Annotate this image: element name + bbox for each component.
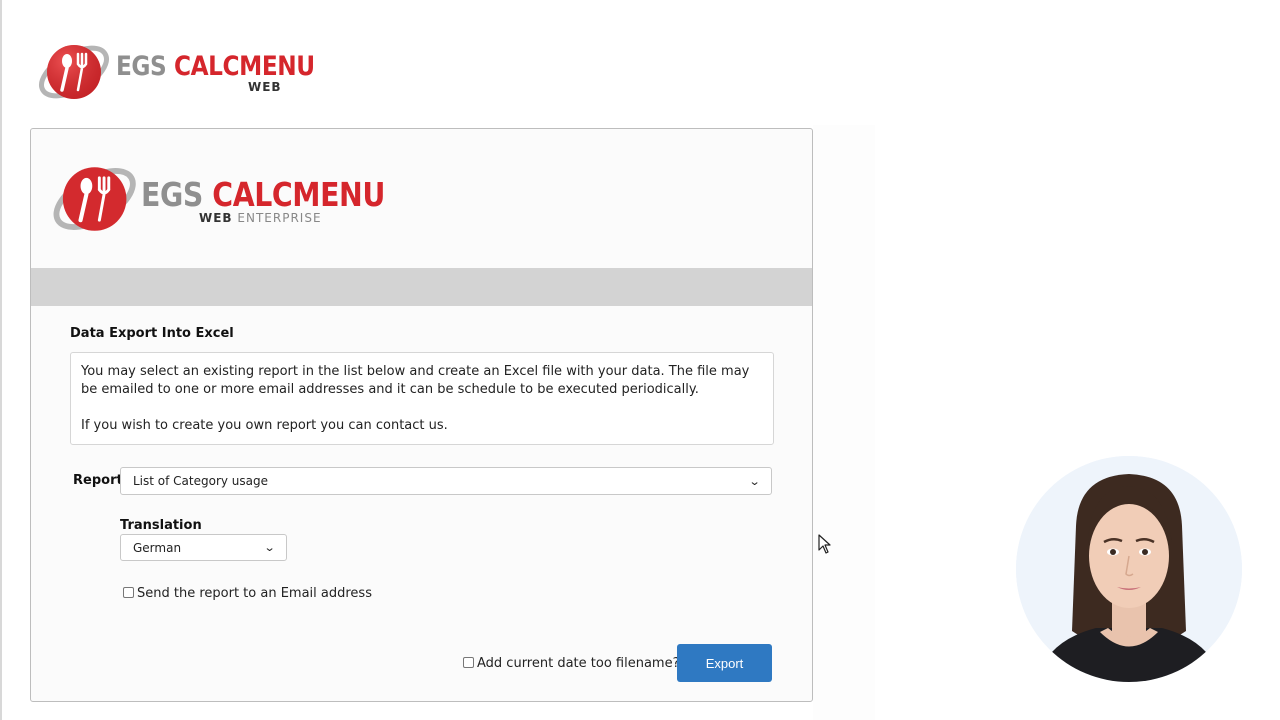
date-checkbox-label[interactable]: Add current date too filename?: [477, 656, 679, 671]
backdrop-strip: [813, 125, 875, 720]
translation-select[interactable]: German ⌄: [120, 534, 287, 561]
email-option: Send the report to an Email address: [123, 586, 372, 601]
email-checkbox[interactable]: [123, 587, 134, 598]
panel-brand-part1: EGS: [141, 175, 203, 214]
panel-brand-part2: CALCMENU: [212, 175, 385, 214]
date-option: Add current date too filename?: [463, 656, 679, 671]
panel-brand-sub-part1: WEB: [199, 211, 233, 225]
email-checkbox-label[interactable]: Send the report to an Email address: [137, 586, 372, 601]
presenter-portrait: [1016, 456, 1242, 682]
report-select-value: List of Category usage: [133, 474, 269, 488]
mouse-cursor-icon: [818, 534, 831, 554]
report-label: Report: [73, 473, 123, 488]
brand-subtitle: WEB: [248, 80, 282, 94]
export-panel: EGS CALCMENU WEB ENTERPRISE Data Export …: [30, 128, 813, 702]
section-title: Data Export Into Excel: [70, 326, 234, 341]
brand-name-part1: EGS: [116, 51, 167, 82]
export-button[interactable]: Export: [677, 644, 772, 682]
left-border: [0, 0, 2, 720]
calcmenu-emblem-icon: [53, 167, 136, 231]
page: EGS CALCMENU WEB EGS CALCMENU WEB ENTERP…: [0, 0, 1280, 720]
translation-select-value: German: [133, 540, 182, 555]
presenter-avatar: [1016, 456, 1242, 682]
chevron-down-icon: ⌄: [748, 474, 761, 488]
translation-label: Translation: [120, 518, 202, 533]
calcmenu-emblem-icon: [39, 45, 109, 99]
panel-logo: EGS CALCMENU WEB ENTERPRISE: [51, 159, 385, 239]
info-text-1: You may select an existing report in the…: [81, 364, 750, 397]
panel-brand-name: EGS CALCMENU: [141, 177, 385, 213]
header-bar: [31, 268, 812, 306]
brand-name: EGS CALCMENU: [116, 52, 315, 82]
brand-logo: EGS CALCMENU WEB: [38, 38, 315, 108]
panel-brand-subtitle: WEB ENTERPRISE: [199, 211, 322, 225]
panel-brand-sub-part2: ENTERPRISE: [237, 211, 322, 225]
brand-name-part2: CALCMENU: [174, 51, 315, 82]
chevron-down-icon: ⌄: [263, 541, 276, 554]
info-box: You may select an existing report in the…: [70, 352, 774, 445]
report-select[interactable]: List of Category usage ⌄: [120, 467, 772, 495]
date-checkbox[interactable]: [463, 657, 474, 668]
info-text-2: If you wish to create you own report you…: [81, 418, 448, 433]
